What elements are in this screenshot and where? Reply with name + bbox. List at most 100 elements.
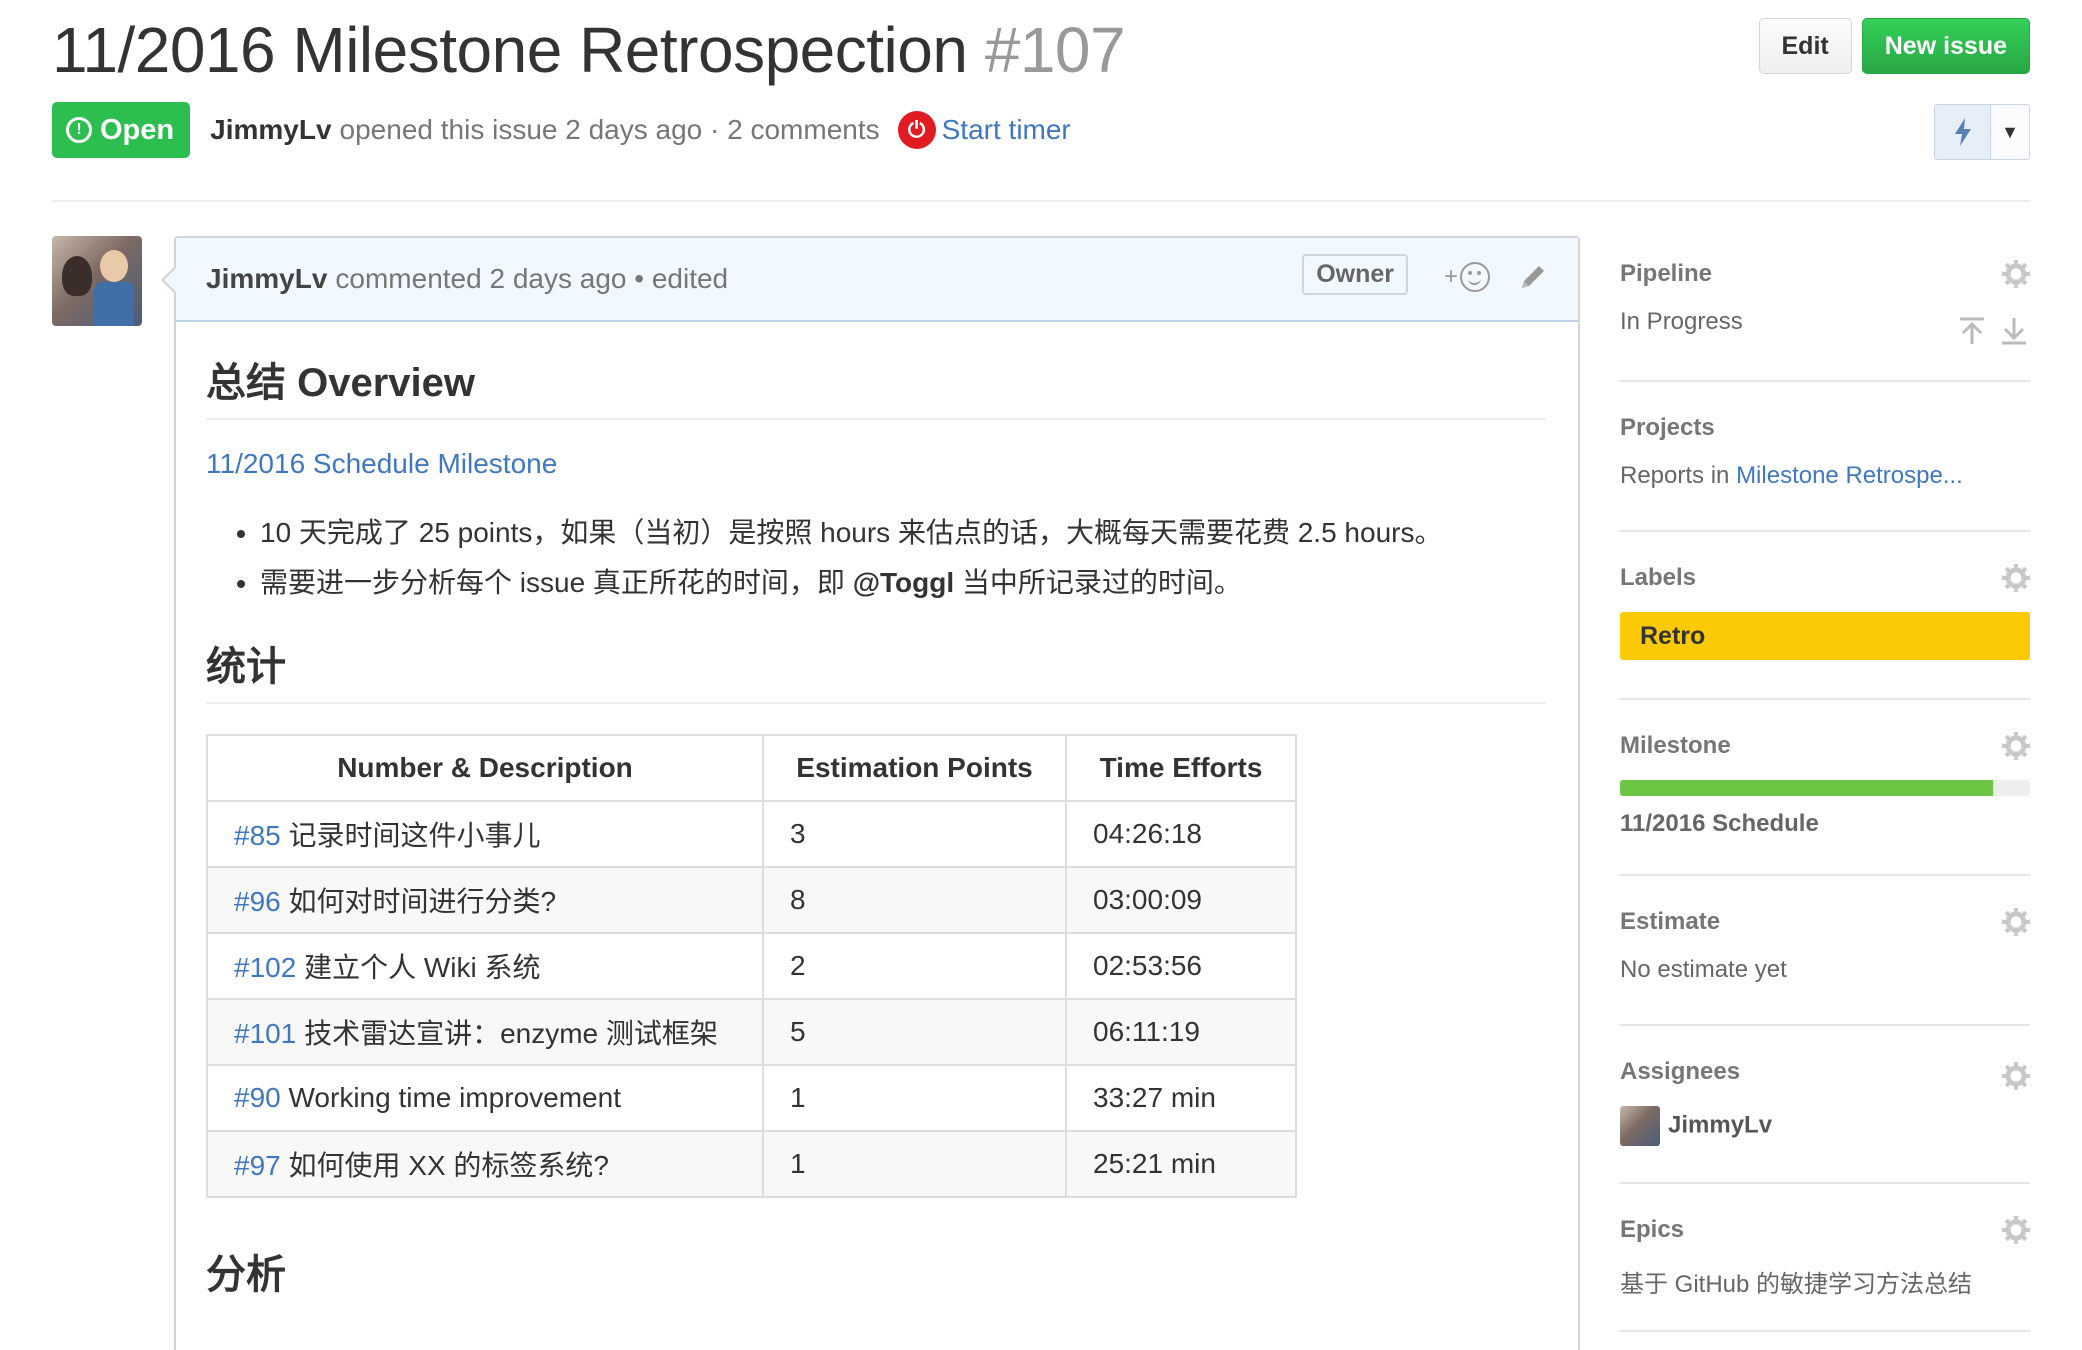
new-issue-button[interactable]: New issue: [1861, 18, 2030, 74]
issue-meta: ! Open JimmyLv opened this issue 2 days …: [52, 102, 1071, 158]
owner-badge: Owner: [1302, 254, 1408, 295]
add-reaction-button[interactable]: +: [1444, 262, 1490, 292]
sidebar-milestone: Milestone 11/2016 Schedule: [1620, 700, 2030, 876]
comment-header: JimmyLv commented 2 days ago • edited Ow…: [176, 238, 1578, 322]
comment-author-avatar[interactable]: [52, 236, 142, 326]
description-cell: #85 记录时间这件小事儿: [206, 800, 764, 868]
table-header: Number & Description: [206, 734, 764, 802]
gear-icon[interactable]: [2002, 1216, 2030, 1244]
epics-label: Epics: [1620, 1216, 1685, 1243]
sidebar-labels: Labels Retro: [1620, 532, 2030, 700]
sidebar: Pipeline In Progress Projects Reports in…: [1620, 236, 2030, 1332]
milestone-link[interactable]: 11/2016 Schedule Milestone: [206, 448, 1548, 480]
issue-link[interactable]: #96: [234, 886, 281, 917]
gear-icon[interactable]: [2002, 1062, 2030, 1090]
heading-overview: 总结 Overview: [206, 350, 1546, 420]
issue-number: #107: [984, 14, 1126, 86]
start-timer-button[interactable]: ⏻ Start timer: [897, 111, 1071, 149]
zenhub-lightning-icon[interactable]: [1935, 105, 1991, 159]
state-label: Open: [100, 113, 175, 146]
table-row: #97 如何使用 XX 的标签系统? 1 25:21 min: [206, 1130, 1297, 1198]
issue-description: 技术雷达宣讲：enzyme 测试框架: [296, 1018, 718, 1049]
start-timer-label: Start timer: [941, 114, 1071, 145]
epics-value[interactable]: 基于 GitHub 的敏捷学习方法总结: [1620, 1264, 2030, 1299]
labels-label: Labels: [1620, 564, 1697, 591]
project-link[interactable]: Milestone Retrospe...: [1736, 462, 1963, 489]
zenhub-dropdown-caret-icon[interactable]: ▼: [1991, 105, 2029, 159]
table-row: #90 Working time improvement 1 33:27 min: [206, 1064, 1297, 1132]
summary-list: 10 天完成了 25 points，如果（当初）是按照 hours 来估点的话，…: [260, 508, 1548, 608]
pencil-icon[interactable]: [1516, 260, 1550, 294]
issue-link[interactable]: #97: [234, 1150, 281, 1181]
sidebar-projects: Projects Reports in Milestone Retrospe..…: [1620, 382, 2030, 532]
gear-icon[interactable]: [2002, 908, 2030, 936]
points-cell: 1: [762, 1064, 1067, 1132]
points-cell: 2: [762, 932, 1067, 1000]
issue-comment: JimmyLv commented 2 days ago • edited Ow…: [174, 236, 1580, 1350]
issue-author-link[interactable]: JimmyLv: [210, 114, 331, 146]
stats-table: Number & Description Estimation Points T…: [206, 734, 1297, 1198]
description-cell: #90 Working time improvement: [206, 1064, 764, 1132]
issue-description: 如何使用 XX 的标签系统?: [280, 1150, 609, 1181]
description-cell: #96 如何对时间进行分类?: [206, 866, 764, 934]
issue-link[interactable]: #102: [234, 952, 296, 983]
points-cell: 8: [762, 866, 1067, 934]
table-header: Time Efforts: [1065, 734, 1297, 802]
issue-header: 11/2016 Milestone Retrospection #107 Edi…: [52, 10, 2030, 90]
table-header: Estimation Points: [762, 734, 1067, 802]
milestone-progress-fill: [1620, 780, 1994, 796]
issue-title: 11/2016 Milestone Retrospection #107: [52, 10, 2030, 90]
comment-pointer-fill: [164, 268, 176, 292]
comment-author-link[interactable]: JimmyLv: [206, 263, 327, 295]
time-cell: 02:53:56: [1065, 932, 1297, 1000]
state-badge: ! Open: [52, 102, 191, 158]
estimate-value: No estimate yet: [1620, 956, 1787, 983]
assignee-item[interactable]: JimmyLv: [1620, 1106, 2030, 1146]
header-divider: [52, 200, 2030, 202]
assignees-label: Assignees: [1620, 1058, 1741, 1085]
projects-value: Reports in Milestone Retrospe...: [1620, 462, 1963, 489]
toggl-mention[interactable]: @Toggl: [853, 567, 954, 598]
assignee-avatar: [1620, 1106, 1660, 1146]
gear-icon[interactable]: [2002, 260, 2030, 288]
gear-icon[interactable]: [2002, 732, 2030, 760]
issue-description: 记录时间这件小事儿: [280, 820, 541, 851]
sidebar-assignees: Assignees JimmyLv: [1620, 1026, 2030, 1184]
reaction-plus: +: [1443, 263, 1458, 290]
estimate-label: Estimate: [1620, 908, 1721, 935]
time-cell: 33:27 min: [1065, 1064, 1297, 1132]
heading-analysis: 分析: [206, 1253, 286, 1297]
edit-button[interactable]: Edit: [1758, 18, 1852, 74]
table-row: #102 建立个人 Wiki 系统 2 02:53:56: [206, 932, 1297, 1000]
heading-stats: 统计: [206, 634, 1546, 704]
issue-opened-icon: !: [66, 117, 92, 143]
list-item: 10 天完成了 25 points，如果（当初）是按照 hours 来估点的话，…: [260, 508, 1548, 558]
issue-link[interactable]: #85: [234, 820, 281, 851]
points-cell: 3: [762, 800, 1067, 868]
milestone-progress-bar: [1620, 780, 2030, 796]
points-cell: 1: [762, 1130, 1067, 1198]
label-retro[interactable]: Retro: [1620, 612, 2030, 660]
issue-description: Working time improvement: [280, 1082, 621, 1113]
comment-meta: commented 2 days ago • edited: [335, 263, 729, 294]
description-cell: #101 技术雷达宣讲：enzyme 测试框架: [206, 998, 764, 1066]
issue-title-text: 11/2016 Milestone Retrospection: [52, 14, 968, 86]
zenhub-action-group: ▼: [1934, 104, 2030, 160]
sidebar-epics: Epics 基于 GitHub 的敏捷学习方法总结: [1620, 1184, 2030, 1332]
table-row: #101 技术雷达宣讲：enzyme 测试框架 5 06:11:19: [206, 998, 1297, 1066]
move-to-bottom-icon[interactable]: [2000, 316, 2028, 346]
assignee-name: JimmyLv: [1668, 1111, 1773, 1139]
issue-opened-text: opened this issue 2 days ago · 2 comment…: [339, 114, 880, 145]
points-cell: 5: [762, 998, 1067, 1066]
sidebar-pipeline: Pipeline In Progress: [1620, 236, 2030, 382]
gear-icon[interactable]: [2002, 564, 2030, 592]
issue-link[interactable]: #90: [234, 1082, 281, 1113]
power-icon: ⏻: [897, 111, 936, 149]
time-cell: 03:00:09: [1065, 866, 1297, 934]
issue-link[interactable]: #101: [234, 1018, 296, 1049]
milestone-label: Milestone: [1620, 732, 1731, 759]
time-cell: 25:21 min: [1065, 1130, 1297, 1198]
milestone-name[interactable]: 11/2016 Schedule: [1620, 810, 2030, 838]
move-to-top-icon[interactable]: [1958, 316, 1986, 346]
time-cell: 04:26:18: [1065, 800, 1297, 868]
